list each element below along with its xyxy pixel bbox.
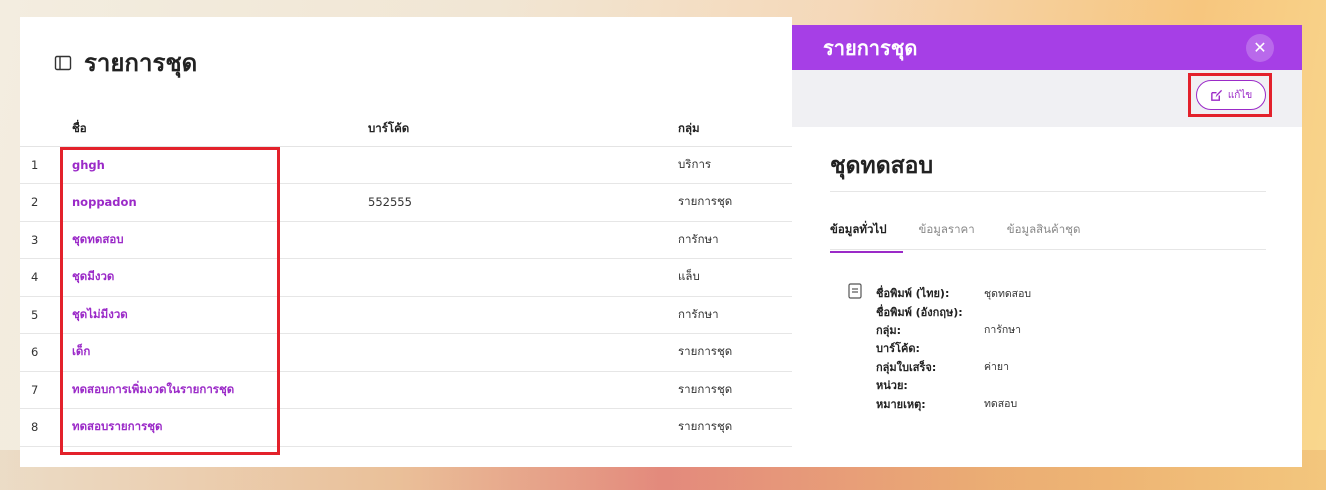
row-name-link[interactable]: ชุดไม่มีงวด (72, 307, 128, 321)
row-group: รายการชุด (678, 408, 792, 447)
column-header-name[interactable]: ชื่อ (72, 104, 368, 147)
table-row[interactable]: 3 ชุดทดสอบ การักษา (20, 221, 792, 259)
close-button[interactable]: ✕ (1246, 33, 1274, 62)
row-index: 8 (20, 408, 72, 447)
field-row: บาร์โค้ด: (876, 339, 1031, 357)
row-group: บริการ (678, 146, 792, 184)
row-group: การักษา (678, 296, 792, 334)
row-index: 3 (20, 221, 72, 259)
field-label: ชื่อพิมพ์ (อังกฤษ): (876, 305, 963, 319)
table-row[interactable]: 6 เด็ก รายการชุด (20, 333, 792, 372)
divider (830, 249, 1266, 250)
row-name-link[interactable]: เด็ก (72, 344, 90, 358)
row-index: 4 (20, 258, 72, 297)
set-list-panel: รายการชุด ชื่อ บาร์โค้ด กลุ่ม 1 ghgh บริกา… (20, 17, 792, 467)
row-name[interactable]: ชุดมีงวด (72, 258, 368, 297)
field-list: ชื่อพิมพ์ (ไทย): ชุดทดสอบชื่อพิมพ์ (อังกฤ… (876, 284, 1031, 413)
column-header-group[interactable]: กลุ่ม (678, 104, 792, 147)
row-barcode: 552555 (368, 183, 678, 222)
row-group: แล็บ (678, 258, 792, 297)
row-name[interactable]: noppadon (72, 183, 368, 222)
field-row: ชื่อพิมพ์ (ไทย): ชุดทดสอบ (876, 284, 1031, 302)
book-icon (54, 55, 72, 70)
row-barcode (368, 296, 678, 334)
row-index: 2 (20, 183, 72, 222)
document-icon (848, 283, 862, 299)
page-title: รายการชุด (84, 49, 198, 77)
edit-button[interactable]: แก้ไข (1196, 80, 1266, 110)
field-row: กลุ่มใบเสร็จ: ค่ายา (876, 358, 1031, 376)
row-name[interactable]: เด็ก (72, 333, 368, 372)
table-row[interactable]: 8 ทดสอบรายการชุด รายการชุด (20, 408, 792, 447)
table-row[interactable]: 5 ชุดไม่มีงวด การักษา (20, 296, 792, 334)
row-group: การักษา (678, 221, 792, 259)
row-group: รายการชุด (678, 371, 792, 409)
field-value: ชุดทดสอบ (984, 287, 1032, 300)
row-barcode (368, 408, 678, 447)
field-row: ชื่อพิมพ์ (อังกฤษ): (876, 302, 1031, 320)
row-name-link[interactable]: noppadon (72, 195, 137, 209)
row-barcode (368, 333, 678, 372)
field-label: บาร์โค้ด: (876, 342, 920, 356)
row-barcode (368, 371, 678, 409)
field-label: หมายเหตุ: (876, 397, 926, 411)
field-label: กลุ่ม: (876, 323, 902, 337)
field-label: หน่วย: (876, 379, 908, 393)
row-name[interactable]: ghgh (72, 146, 368, 184)
table-row[interactable]: 4 ชุดมีงวด แล็บ (20, 258, 792, 297)
detail-toolbar: แก้ไข (792, 70, 1302, 127)
field-row: หมายเหตุ: ทดสอบ (876, 394, 1031, 412)
list-header: รายการชุด (54, 43, 197, 82)
row-name-link[interactable]: ชุดทดสอบ (72, 232, 124, 246)
row-barcode (368, 258, 678, 297)
field-row: กลุ่ม: การักษา (876, 321, 1031, 339)
row-name-link[interactable]: ชุดมีงวด (72, 269, 114, 283)
divider (830, 191, 1266, 192)
row-name[interactable]: ชุดไม่มีงวด (72, 296, 368, 334)
table-row[interactable]: 7 ทดสอบการเพิ่มงวดในรายการชุด รายการชุด (20, 371, 792, 409)
table-row[interactable]: 1 ghgh บริการ (20, 146, 792, 184)
table-row[interactable]: 2 noppadon 552555 รายการชุด (20, 183, 792, 222)
row-index: 7 (20, 371, 72, 409)
field-row: หน่วย: (876, 376, 1031, 394)
column-header-index (20, 104, 72, 147)
row-name[interactable]: ทดสอบรายการชุด (72, 408, 368, 447)
column-header-barcode[interactable]: บาร์โค้ด (368, 104, 678, 147)
field-value: การักษา (984, 324, 1022, 337)
close-icon: ✕ (1253, 38, 1267, 57)
row-index: 6 (20, 333, 72, 372)
set-table: ชื่อ บาร์โค้ด กลุ่ม 1 ghgh บริการ 2 noppadon… (20, 104, 792, 447)
field-value: ทดสอบ (984, 398, 1018, 411)
row-name[interactable]: ชุดทดสอบ (72, 221, 368, 259)
detail-titlebar: รายการชุด ✕ (792, 25, 1302, 70)
detail-title: รายการชุด (823, 35, 918, 60)
item-name: ชุดทดสอบ (830, 153, 934, 179)
row-name-link[interactable]: ทดสอบการเพิ่มงวดในรายการชุด (72, 382, 234, 396)
edit-button-label: แก้ไข (1227, 89, 1253, 101)
row-group: รายการชุด (678, 183, 792, 222)
row-name-link[interactable]: ghgh (72, 158, 105, 172)
field-label: ชื่อพิมพ์ (ไทย): (876, 287, 950, 301)
field-label: กลุ่มใบเสร็จ: (876, 360, 937, 374)
row-index: 5 (20, 296, 72, 334)
row-barcode (368, 221, 678, 259)
field-value: ค่ายา (984, 361, 1009, 374)
table-header-row: ชื่อ บาร์โค้ด กลุ่ม (20, 104, 792, 147)
row-name[interactable]: ทดสอบการเพิ่มงวดในรายการชุด (72, 371, 368, 409)
detail-panel: รายการชุด ✕ แก้ไข ชุดทดสอบ ข้อมูลทั่วไป … (792, 25, 1302, 467)
row-index: 1 (20, 146, 72, 184)
edit-icon (1210, 89, 1222, 101)
row-name-link[interactable]: ทดสอบรายการชุด (72, 419, 163, 433)
row-group: รายการชุด (678, 333, 792, 372)
row-barcode (368, 146, 678, 184)
